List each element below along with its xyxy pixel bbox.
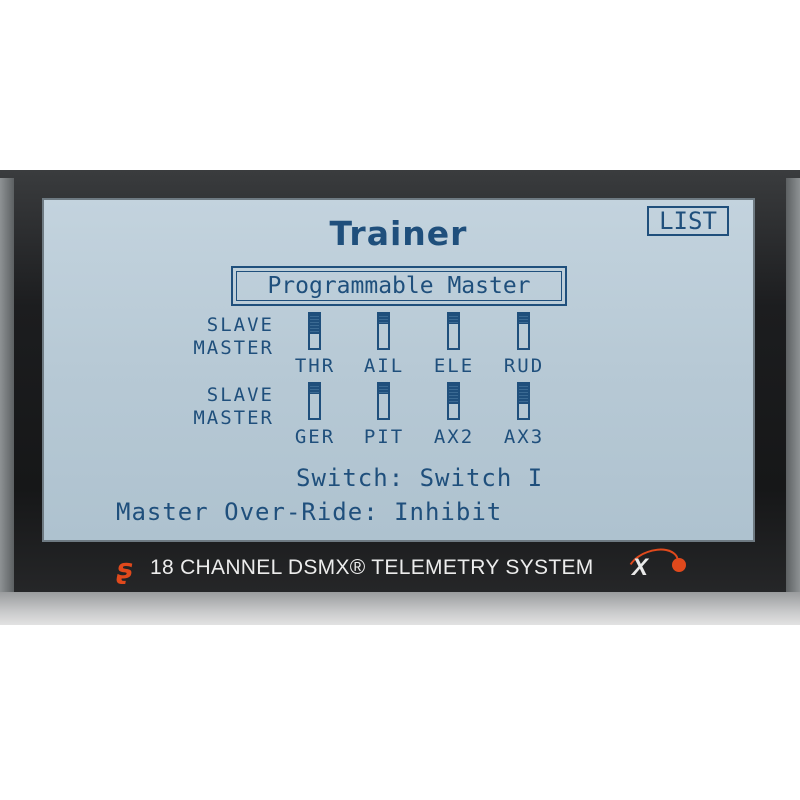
channel-slider-ax3[interactable]: [517, 382, 530, 420]
brand-text: 18 CHANNEL DSMX® TELEMETRY SYSTEM: [150, 556, 594, 579]
lcd-screen: Trainer LIST Programmable Master SLAVE M…: [42, 198, 755, 542]
xplus-dot-icon: [672, 558, 686, 572]
row2-master-label: MASTER: [193, 407, 274, 429]
channel-label-ger: GER: [294, 426, 336, 448]
channel-slider-ger[interactable]: [308, 382, 321, 420]
channel-label-ele: ELE: [433, 355, 475, 377]
bezel-right-edge: [786, 178, 800, 608]
device-footer-strip: ʂ 18 CHANNEL DSMX® TELEMETRY SYSTEM X: [0, 541, 800, 593]
bezel-glass-bottom: [0, 592, 800, 625]
channel-slider-thr[interactable]: [308, 312, 321, 350]
spektrum-logo-icon: ʂ: [116, 552, 133, 585]
channel-label-ax3: AX3: [503, 426, 545, 448]
channel-slider-ax2[interactable]: [447, 382, 460, 420]
channel-slider-pit[interactable]: [377, 382, 390, 420]
channel-label-thr: THR: [294, 355, 336, 377]
channel-label-ax2: AX2: [433, 426, 475, 448]
channel-slider-rud[interactable]: [517, 312, 530, 350]
channel-label-ail: AIL: [363, 355, 405, 377]
xplus-logo: X: [632, 554, 649, 581]
bezel-left-edge: [0, 178, 14, 608]
channel-label-pit: PIT: [363, 426, 405, 448]
channel-label-rud: RUD: [503, 355, 545, 377]
row2-slave-label: SLAVE: [206, 384, 274, 406]
row1-slave-label: SLAVE: [206, 314, 274, 336]
switch-setting[interactable]: Switch: Switch I: [296, 464, 543, 492]
master-override-setting[interactable]: Master Over-Ride: Inhibit: [116, 498, 502, 526]
row1-master-label: MASTER: [193, 337, 274, 359]
channel-slider-ele[interactable]: [447, 312, 460, 350]
list-button[interactable]: LIST: [647, 206, 729, 236]
trainer-mode-selector[interactable]: Programmable Master: [231, 266, 567, 306]
channel-slider-ail[interactable]: [377, 312, 390, 350]
